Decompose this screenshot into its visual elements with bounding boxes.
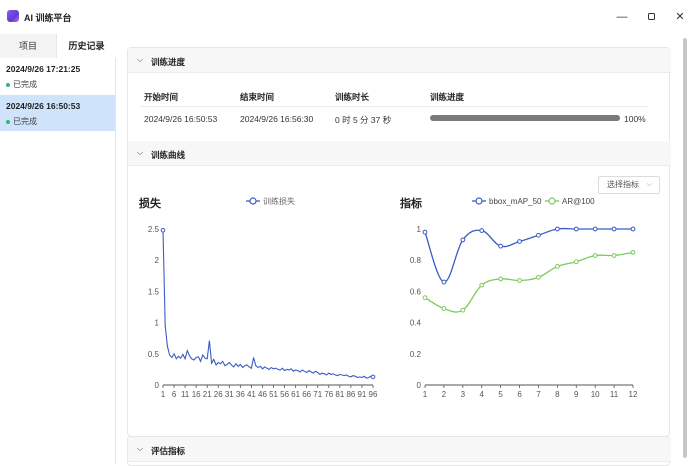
status-dot-icon bbox=[6, 82, 10, 87]
sidebar: 项目 历史记录 2024/9/26 17:21:25 已完成 2024/9/26… bbox=[0, 34, 116, 464]
progress-bar-fill bbox=[430, 115, 620, 121]
loss-chart-title: 损失 bbox=[139, 198, 161, 210]
tab-projects[interactable]: 项目 bbox=[0, 34, 57, 58]
section-eval-title: 评估指标 bbox=[151, 446, 186, 456]
history-item-status: 已完成 bbox=[6, 79, 37, 90]
history-item-selected[interactable]: 2024/9/26 16:50:53 已完成 bbox=[0, 95, 115, 131]
scrollbar[interactable] bbox=[683, 38, 687, 458]
metric-chart-title: 指标 bbox=[400, 198, 422, 210]
table-cell-start: 2024/9/26 16:50:53 bbox=[144, 114, 218, 124]
close-icon[interactable]: ✕ bbox=[672, 9, 688, 25]
table-cell-duration: 0 时 5 分 37 秒 bbox=[335, 115, 392, 125]
eval-panel: ⌵ 评估指标 bbox=[127, 436, 671, 466]
metric-select[interactable]: 选择指标 ⌵ bbox=[598, 176, 660, 194]
table-header-progress: 训练进度 bbox=[430, 92, 465, 102]
tab-history[interactable]: 历史记录 bbox=[57, 34, 116, 58]
maximize-icon[interactable] bbox=[643, 9, 659, 25]
section-eval-header[interactable]: ⌵ 评估指标 bbox=[128, 437, 671, 462]
history-item[interactable]: 2024/9/26 17:21:25 已完成 bbox=[0, 58, 115, 94]
chevron-down-icon: ⌵ bbox=[137, 148, 144, 157]
chevron-down-icon: ⌵ bbox=[646, 181, 652, 188]
app-logo-icon bbox=[7, 10, 19, 22]
history-item-date: 2024/9/26 17:21:25 bbox=[6, 64, 81, 74]
title-bar: AI 训练平台 — ✕ bbox=[0, 0, 690, 34]
app-title: AI 训练平台 bbox=[24, 13, 72, 23]
progress-bar bbox=[430, 115, 620, 121]
minimize-icon[interactable]: — bbox=[614, 9, 630, 25]
table-header-start: 开始时间 bbox=[144, 92, 179, 102]
section-curves-header[interactable]: ⌵ 训练曲线 bbox=[128, 141, 671, 166]
sidebar-tabs: 项目 历史记录 bbox=[0, 34, 116, 58]
section-progress-title: 训练进度 bbox=[151, 57, 186, 67]
section-curves-title: 训练曲线 bbox=[151, 150, 186, 160]
table-divider bbox=[140, 106, 648, 107]
table-header-end: 结束时间 bbox=[240, 92, 275, 102]
metric-select-label: 选择指标 bbox=[607, 180, 639, 189]
history-item-date: 2024/9/26 16:50:53 bbox=[6, 101, 81, 111]
table-header-duration: 训练时长 bbox=[335, 92, 370, 102]
chevron-down-icon: ⌵ bbox=[137, 55, 144, 64]
chevron-down-icon: ⌵ bbox=[137, 444, 144, 453]
section-progress-header[interactable]: ⌵ 训练进度 bbox=[128, 48, 671, 73]
table-cell-end: 2024/9/26 16:56:30 bbox=[240, 114, 314, 124]
progress-percent: 100% bbox=[624, 114, 646, 124]
status-dot-icon bbox=[6, 119, 10, 124]
history-item-status: 已完成 bbox=[6, 116, 37, 127]
